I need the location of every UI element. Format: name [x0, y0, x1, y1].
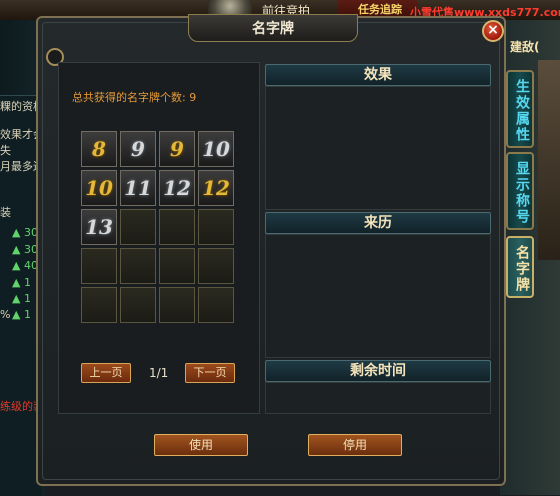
empty-card-slot[interactable]: [198, 209, 234, 245]
remaining-time-body: [265, 382, 491, 414]
tab-name-card[interactable]: 名字牌: [506, 236, 534, 298]
name-card-window: 名字牌 × 总共获得的名字牌个数: 9 8 9 9 10 10 11 12 12 13 上一页 …: [36, 14, 506, 486]
bg-left-stat: ▲ 40: [12, 259, 38, 272]
name-card-slot[interactable]: 13: [81, 209, 117, 245]
empty-card-slot[interactable]: [120, 248, 156, 284]
empty-card-slot[interactable]: [120, 209, 156, 245]
empty-card-slot[interactable]: [198, 287, 234, 323]
name-card-slot[interactable]: 9: [120, 131, 156, 167]
name-card-icon: 12: [202, 176, 230, 200]
name-card-icon: 11: [124, 176, 152, 200]
remaining-time-header: 剩余时间: [265, 360, 491, 382]
bg-left-stat: ▲ 1: [12, 276, 31, 289]
prev-page-button[interactable]: 上一页: [81, 363, 131, 383]
name-card-slot[interactable]: 8: [81, 131, 117, 167]
page-indicator: 1/1: [149, 366, 169, 380]
stat-value: 1: [23, 276, 31, 289]
name-card-icon: 12: [163, 176, 191, 200]
tab-effect-attributes[interactable]: 生效属性: [506, 70, 534, 148]
name-card-icon: 9: [131, 137, 145, 161]
bg-right-label: 建敌(: [510, 40, 540, 54]
empty-card-slot[interactable]: [120, 287, 156, 323]
bg-left-text: 装: [0, 206, 11, 219]
stat-value: 1: [23, 292, 31, 305]
name-card-slot[interactable]: 9: [159, 131, 195, 167]
empty-card-slot[interactable]: [81, 248, 117, 284]
empty-card-slot[interactable]: [81, 287, 117, 323]
disable-button[interactable]: 停用: [308, 434, 402, 456]
next-page-button[interactable]: 下一页: [185, 363, 235, 383]
name-card-slot[interactable]: 10: [198, 131, 234, 167]
empty-card-slot[interactable]: [159, 287, 195, 323]
collection-panel: 总共获得的名字牌个数: 9 8 9 9 10 10 11 12 12 13 上一页 1/1 下一…: [58, 62, 260, 414]
name-card-slot[interactable]: 10: [81, 170, 117, 206]
bg-left-percent: %: [0, 308, 11, 321]
effect-header: 效果: [265, 64, 491, 86]
bg-left-stat: ▲ 1: [12, 308, 31, 321]
source-header: 来历: [265, 212, 491, 234]
empty-card-slot[interactable]: [159, 248, 195, 284]
stat-value: 1: [23, 308, 31, 321]
effect-body: [265, 86, 491, 210]
name-card-icon: 8: [92, 137, 106, 161]
card-count-label: 总共获得的名字牌个数: 9: [72, 91, 197, 104]
bg-left-stat: ▲ 1: [12, 292, 31, 305]
background-right-stone: [538, 60, 560, 260]
tab-display-title[interactable]: 显示称号: [506, 152, 534, 230]
bg-left-stat: ▲ 30: [12, 243, 38, 256]
name-card-slot[interactable]: 12: [159, 170, 195, 206]
bg-left-stat: ▲ 30: [12, 226, 38, 239]
name-card-slot[interactable]: 12: [198, 170, 234, 206]
bg-left-text: 失: [0, 144, 11, 157]
window-title: 名字牌: [188, 14, 358, 42]
card-grid: 8 9 9 10 10 11 12 12 13: [81, 131, 239, 323]
name-card-icon: 13: [85, 215, 113, 239]
empty-card-slot[interactable]: [198, 248, 234, 284]
empty-card-slot[interactable]: [159, 209, 195, 245]
name-card-icon: 9: [170, 137, 184, 161]
name-card-slot[interactable]: 11: [120, 170, 156, 206]
use-button[interactable]: 使用: [154, 434, 248, 456]
name-card-icon: 10: [202, 137, 230, 161]
source-body: [265, 234, 491, 358]
close-button[interactable]: ×: [482, 20, 504, 42]
name-card-icon: 10: [85, 176, 113, 200]
